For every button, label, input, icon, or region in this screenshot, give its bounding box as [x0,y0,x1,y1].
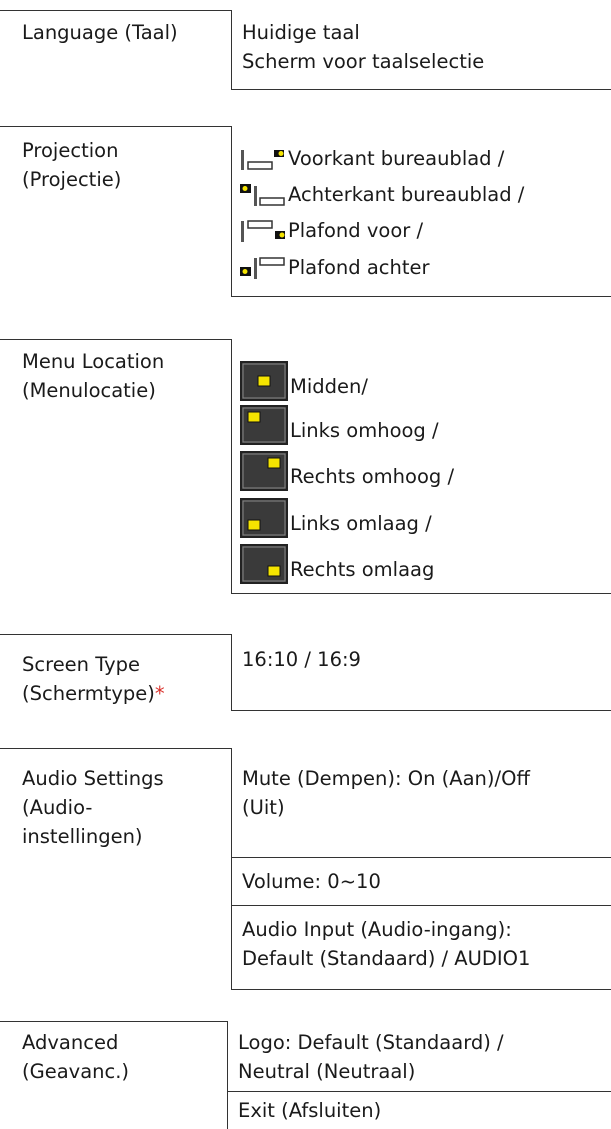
projection-option: Plafond voor / [288,219,424,242]
menu-center-icon [240,361,288,401]
projection-option: Plafond achter [288,256,430,279]
projection-option: Voorkant bureaublad / [288,147,505,170]
menu-location-item: Links omhoog / [240,405,439,445]
menu-location-option: Rechts omhoog / [290,465,455,488]
label-screen-type: Screen Type (Schermtype)* [22,653,165,705]
menu-location-item: Rechts omlaag [240,544,434,584]
menu-location-option: Rechts omlaag [290,558,435,581]
label-menu-location: Menu Location (Menulocatie) [22,350,165,402]
value-mute: Mute (Dempen): On (Aan)/Off (Uit) [242,767,530,819]
label-audio-settings: Audio Settings (Audio- instellingen) [22,767,164,848]
label-projection: Projection (Projectie) [22,139,122,191]
value-audio-input: Audio Input (Audio-ingang): Default (Sta… [242,918,531,970]
projection-option: Achterkant bureaublad / [288,183,525,206]
menu-location-item: Rechts omhoog / [240,451,454,491]
projection-item: Achterkant bureaublad / [240,180,524,209]
ceiling-rear-projection-icon [240,255,288,282]
menu-top-left-icon [240,405,288,445]
menu-location-item: Midden/ [240,361,368,401]
menu-top-right-icon [240,451,288,491]
projection-item: Plafond achter [240,253,430,282]
projection-item: Voorkant bureaublad / [240,144,504,173]
menu-location-option: Links omlaag / [290,512,432,535]
menu-bottom-left-icon [240,498,288,538]
desk-front-projection-icon [240,146,288,173]
required-marker: * [154,682,165,705]
value-language: Huidige taal Scherm voor taalselectie [242,21,485,73]
ceiling-front-projection-icon [240,218,288,245]
value-volume: Volume: 0~10 [242,870,381,893]
value-exit: Exit (Afsluiten) [238,1099,382,1122]
projection-item: Plafond voor / [240,216,423,245]
menu-location-option: Links omhoog / [290,419,439,442]
label-advanced: Advanced (Geavanc.) [22,1031,130,1083]
value-logo: Logo: Default (Standaard) / Neutral (Neu… [238,1031,504,1083]
label-language: Language (Taal) [22,21,178,44]
menu-bottom-right-icon [240,544,288,584]
menu-location-option: Midden/ [290,375,368,398]
menu-location-item: Links omlaag / [240,498,432,538]
value-screen-type: 16:10 / 16:9 [242,648,361,671]
desk-rear-projection-icon [240,182,288,209]
